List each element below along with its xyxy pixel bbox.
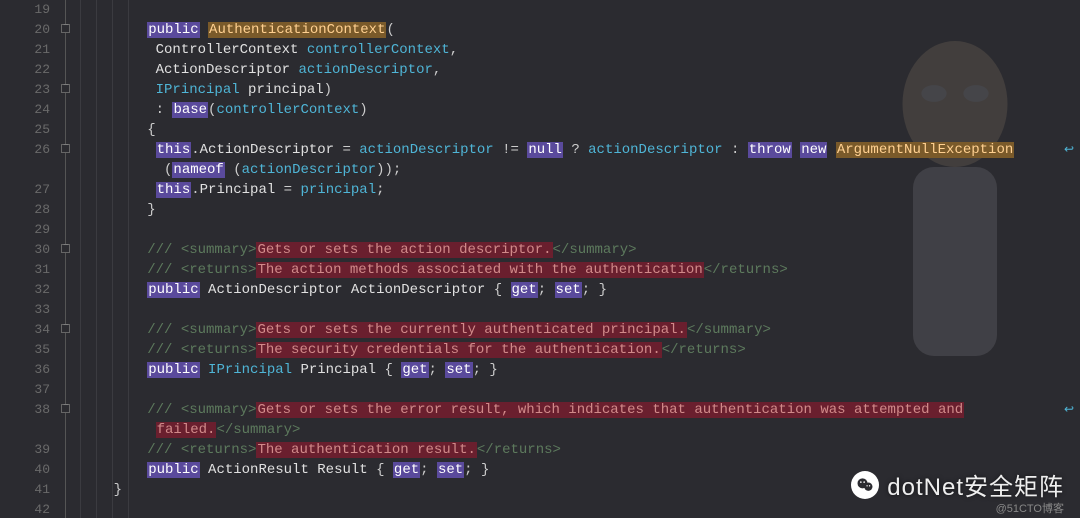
line-number: 40: [0, 460, 50, 480]
watermark-sub: @51CTO博客: [996, 500, 1064, 516]
code-area[interactable]: public AuthenticationContext( Controller…: [76, 0, 1080, 518]
line-number: 38: [0, 400, 50, 420]
line-number: 28: [0, 200, 50, 220]
code-line: public ActionDescriptor ActionDescriptor…: [80, 280, 1080, 300]
line-number: 39: [0, 440, 50, 460]
line-number: 26: [0, 140, 50, 160]
code-line: /// <summary>Gets or sets the currently …: [80, 320, 1080, 340]
wrap-icon: ↩: [1064, 140, 1076, 160]
code-line: public AuthenticationContext(: [80, 20, 1080, 40]
fold-toggle[interactable]: [61, 84, 70, 93]
code-line: this.ActionDescriptor = actionDescriptor…: [80, 140, 1080, 160]
line-number: [0, 160, 50, 180]
line-number: 22: [0, 60, 50, 80]
code-line: /// <summary>Gets or sets the error resu…: [80, 400, 1080, 420]
code-line: /// <summary>Gets or sets the action des…: [80, 240, 1080, 260]
code-line: this.Principal = principal;: [80, 180, 1080, 200]
code-line: }: [80, 200, 1080, 220]
code-line: /// <returns>The security credentials fo…: [80, 340, 1080, 360]
line-number: 23: [0, 80, 50, 100]
watermark-text: dotNet安全矩阵: [887, 467, 1064, 502]
code-line: IPrincipal principal): [80, 80, 1080, 100]
code-line: : base(controllerContext): [80, 100, 1080, 120]
line-number: 31: [0, 260, 50, 280]
code-line: /// <returns>The authentication result.<…: [80, 440, 1080, 460]
line-number: 30: [0, 240, 50, 260]
line-number: 19: [0, 0, 50, 20]
line-number: 21: [0, 40, 50, 60]
code-line: {: [80, 120, 1080, 140]
code-editor[interactable]: 19 20 21 22 23 24 25 26 27 28 29 30 31 3…: [0, 0, 1080, 518]
watermark: dotNet安全矩阵: [851, 467, 1064, 502]
line-number: 20: [0, 20, 50, 40]
line-number: 37: [0, 380, 50, 400]
line-number: 35: [0, 340, 50, 360]
wrap-icon: ↩: [1064, 400, 1076, 420]
code-line: ControllerContext controllerContext,: [80, 40, 1080, 60]
line-number: 32: [0, 280, 50, 300]
line-number: 33: [0, 300, 50, 320]
line-number: 42: [0, 500, 50, 518]
line-number: 27: [0, 180, 50, 200]
line-number: 25: [0, 120, 50, 140]
line-number: [0, 420, 50, 440]
fold-toggle[interactable]: [61, 244, 70, 253]
fold-toggle[interactable]: [61, 324, 70, 333]
code-line: failed.</summary>: [80, 420, 1080, 440]
code-line: public IPrincipal Principal { get; set; …: [80, 360, 1080, 380]
fold-toggle[interactable]: [61, 144, 70, 153]
wechat-icon: [851, 471, 879, 499]
line-number: 34: [0, 320, 50, 340]
code-line: ActionDescriptor actionDescriptor,: [80, 60, 1080, 80]
line-number: 29: [0, 220, 50, 240]
line-number: 41: [0, 480, 50, 500]
fold-toggle[interactable]: [61, 404, 70, 413]
line-number: 24: [0, 100, 50, 120]
code-line: (nameof (actionDescriptor));: [80, 160, 1080, 180]
fold-toggle[interactable]: [61, 24, 70, 33]
line-number: 36: [0, 360, 50, 380]
line-number-gutter: 19 20 21 22 23 24 25 26 27 28 29 30 31 3…: [0, 0, 58, 518]
code-line: /// <returns>The action methods associat…: [80, 260, 1080, 280]
fold-gutter: [58, 0, 76, 518]
